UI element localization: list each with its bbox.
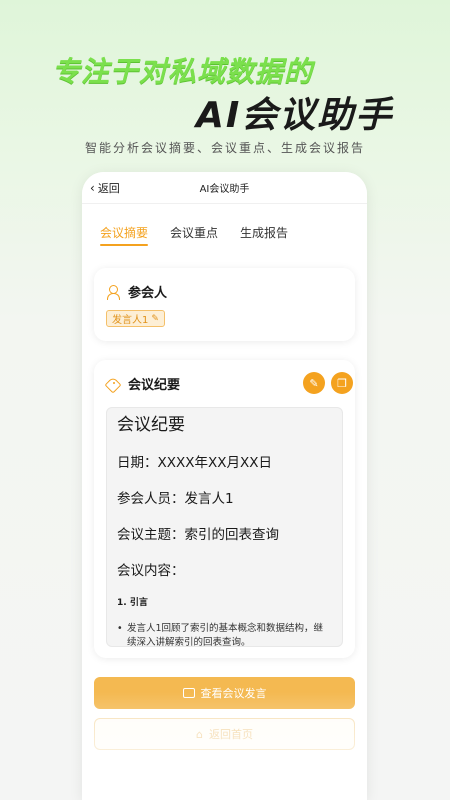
back-home-label: 返回首页: [208, 728, 253, 741]
copy-icon: ❐: [337, 376, 347, 390]
minutes-date: 日期：XXXX年XX月XX日: [117, 455, 272, 471]
tab-bar: 会议摘要 会议重点 生成报告: [82, 204, 367, 274]
view-speech-button[interactable]: 查看会议发言: [94, 677, 355, 709]
speaker-tag-label: 发言人1: [112, 315, 149, 326]
edit-icon: ✎: [309, 376, 319, 390]
tag-icon: [106, 377, 120, 391]
hero-tagline: 专注于对私域数据的: [52, 55, 314, 88]
home-icon: ⌂: [196, 727, 203, 741]
participants-card: 参会人 发言人1 ✎: [94, 268, 355, 341]
hero-title: AI会议助手: [196, 95, 394, 136]
hero-subtitle: 智能分析会议摘要、会议重点、生成会议报告: [84, 141, 365, 155]
phone-screen: ‹ 返回 AI会议助手 会议摘要 会议重点 生成报告 参会人 发言人1 ✎ 会议…: [82, 172, 367, 800]
view-speech-label: 查看会议发言: [200, 687, 267, 700]
minutes-title: 会议纪要: [128, 378, 181, 393]
tab-key-points[interactable]: 会议重点: [170, 224, 218, 244]
page-title: AI会议助手: [199, 184, 250, 195]
minutes-content-label: 会议内容：: [117, 563, 185, 579]
tab-report[interactable]: 生成报告: [240, 224, 288, 244]
navbar: ‹ 返回 AI会议助手: [82, 172, 367, 204]
participants-title: 参会人: [128, 286, 168, 301]
tab-summary[interactable]: 会议摘要: [100, 224, 149, 246]
back-home-button[interactable]: ⌂ 返回首页: [94, 718, 355, 750]
minutes-heading: 会议纪要: [117, 415, 185, 435]
person-icon: [106, 284, 120, 300]
minutes-card: 会议纪要 ✎ ❐ 会议纪要 日期：XXXX年XX月XX日 参会人员：发言人1 会…: [94, 360, 355, 658]
minutes-topic: 会议主题：索引的回表查询: [117, 527, 279, 543]
minutes-attendees: 参会人员：发言人1: [117, 491, 234, 507]
edit-minutes-button[interactable]: ✎: [303, 372, 325, 394]
copy-minutes-button[interactable]: ❐: [331, 372, 353, 394]
minutes-content[interactable]: 会议纪要 日期：XXXX年XX月XX日 参会人员：发言人1 会议主题：索引的回表…: [106, 407, 343, 647]
speaker-tag[interactable]: 发言人1 ✎: [106, 310, 165, 327]
minutes-section-heading: 1. 引言: [117, 598, 148, 608]
minutes-bullet: 发言人1回顾了索引的基本概念和数据结构，继续深入讲解索引的回表查询。: [117, 622, 332, 646]
edit-icon: ✎: [151, 313, 159, 324]
chat-icon: [182, 688, 195, 698]
